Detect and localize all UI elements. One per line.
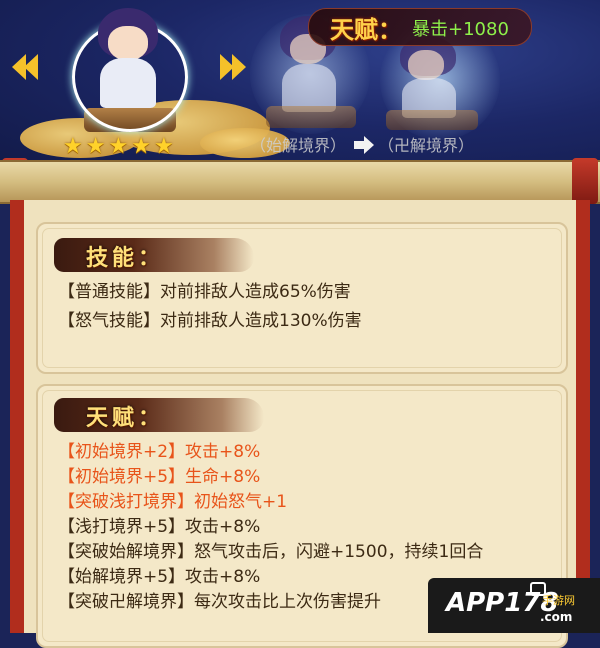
chevron-left-icon: [24, 54, 38, 80]
talent-banner-bonus: 暴击+1080: [412, 19, 509, 40]
stage-from-label: （始解境界）: [250, 136, 347, 155]
star-icon: ★: [153, 134, 174, 159]
talent-item: 【初始境界+5】生命+8%: [58, 467, 261, 487]
talent-item: 【浅打境界+5】攻击+8%: [58, 517, 261, 537]
talent-item: 【突破卍解境界】每次攻击比上次伤害提升: [58, 592, 381, 612]
hero-star-rating: ★ ★ ★ ★ ★: [63, 136, 174, 158]
skills-title: 技能：: [86, 246, 165, 271]
prev-hero-button[interactable]: [10, 52, 44, 82]
talent-item: 【突破始解境界】怒气攻击后，闪避+1500，持续1回合: [58, 542, 484, 562]
next-hero-button[interactable]: [216, 52, 250, 82]
star-icon: ★: [63, 134, 83, 159]
talent-banner-title: 天赋：: [330, 16, 402, 44]
hero-robe: [100, 58, 156, 108]
skill-item: 【普通技能】对前排敌人造成65%伤害: [58, 282, 351, 302]
stage-shikai-robe: [282, 64, 336, 112]
star-icon: ★: [85, 134, 106, 159]
star-icon: ★: [131, 134, 151, 159]
hero-face: [108, 26, 148, 60]
stage-bankai-face: [408, 50, 444, 80]
watermark-sub: 手游网: [542, 594, 575, 607]
chevron-right-icon: [232, 54, 246, 80]
scroll-rod-right: [572, 158, 598, 204]
talent-item: 【初始境界+2】攻击+8%: [58, 442, 261, 462]
stage-bankai-pedestal: [386, 110, 478, 130]
talents-title: 天赋：: [86, 406, 165, 431]
scroll-rod: [0, 160, 600, 204]
arrow-right-icon: [354, 136, 374, 154]
stage-shikai-pedestal: [266, 106, 356, 128]
skill-item: 【怒气技能】对前排敌人造成130%伤害: [58, 311, 362, 331]
star-icon: ★: [108, 134, 129, 159]
talent-item: 【始解境界+5】攻击+8%: [58, 567, 261, 587]
watermark-domain: .com: [540, 610, 573, 624]
stage-to-label: （卍解境界）: [378, 136, 475, 155]
talent-item: 【突破浅打境界】初始怒气+1: [58, 492, 288, 512]
